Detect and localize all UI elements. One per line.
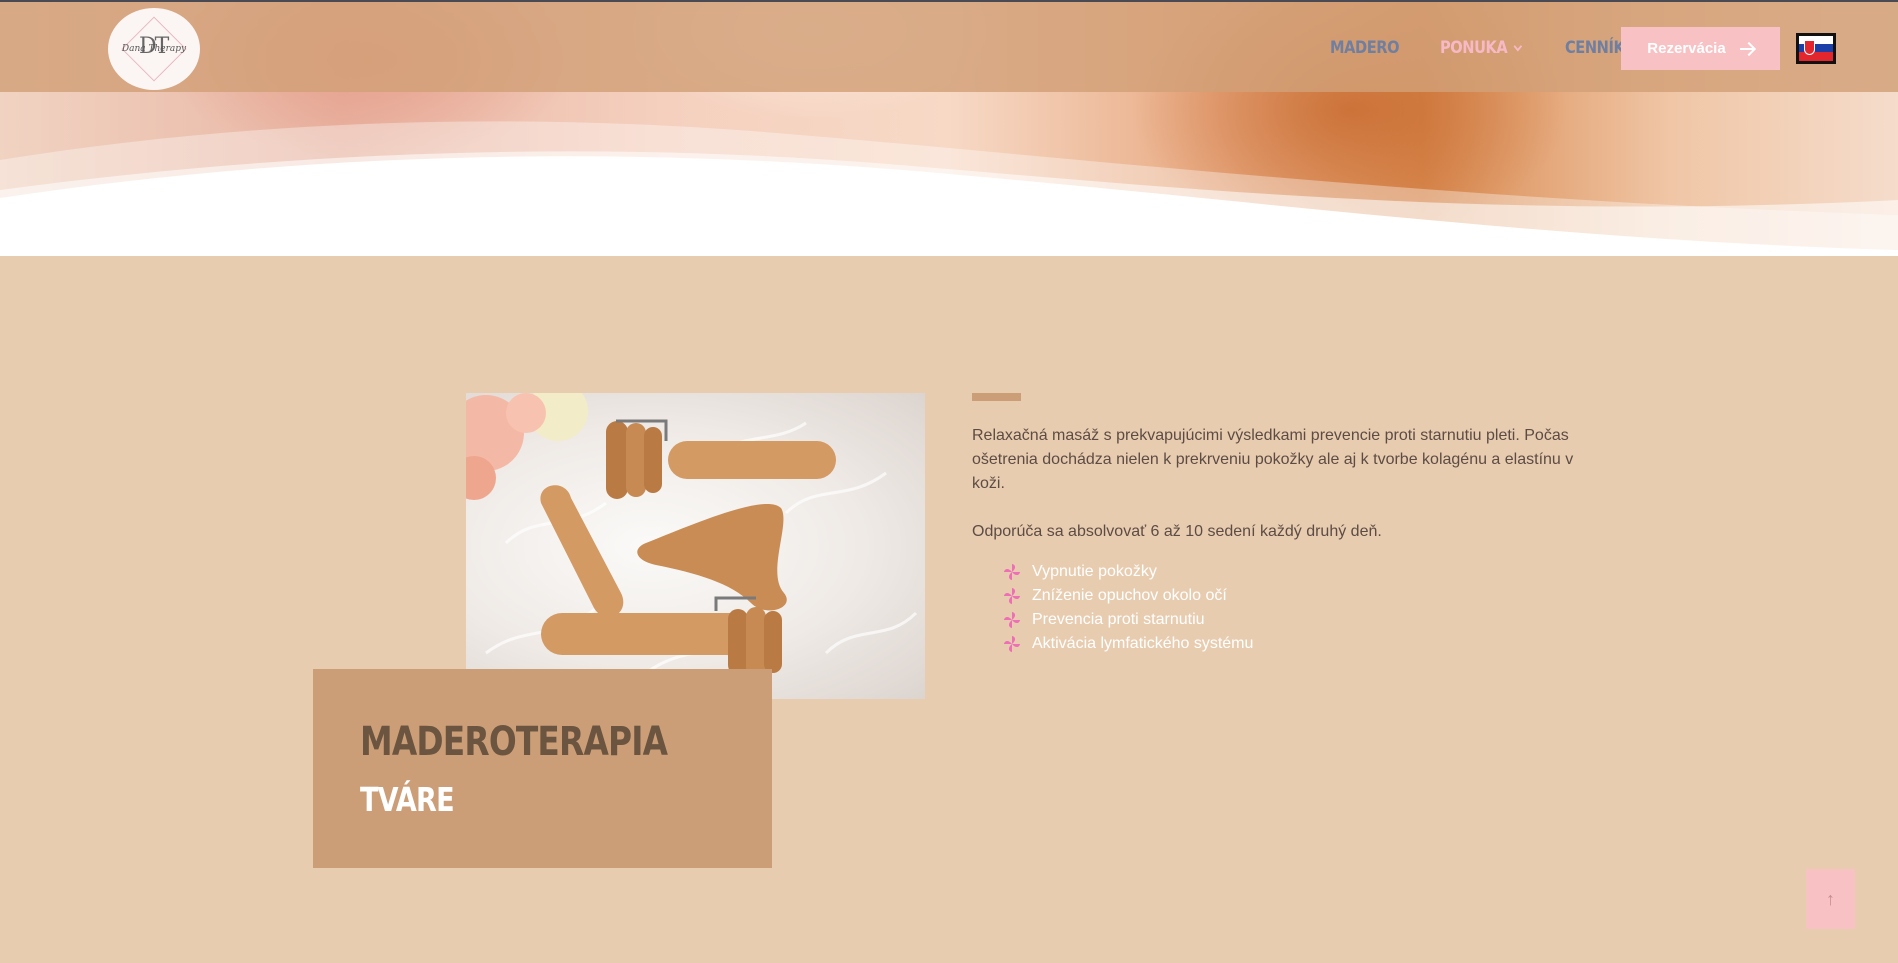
list-item: Aktivácia lymfatického systému bbox=[1003, 632, 1253, 656]
benefits-list: Vypnutie pokožky Zníženie opuchov okolo … bbox=[1003, 560, 1253, 656]
nav-item-madero[interactable]: MADERO bbox=[1330, 38, 1400, 58]
main-nav: MADERO PONUKA CENNÍK bbox=[1330, 2, 1664, 94]
nav-item-ponuka[interactable]: PONUKA bbox=[1440, 38, 1523, 58]
chevron-down-icon bbox=[1514, 41, 1523, 51]
site-header: DT Dana Therapy MADERO PONUKA CENNÍK Rez… bbox=[0, 0, 1898, 92]
pinwheel-icon bbox=[1003, 635, 1021, 653]
page-title: MADEROTERAPIA bbox=[360, 719, 668, 765]
pinwheel-icon bbox=[1003, 611, 1021, 629]
arrow-up-icon: ↑ bbox=[1826, 888, 1835, 909]
scroll-to-top-button[interactable]: ↑ bbox=[1806, 869, 1855, 929]
nav-item-ponuka-label: PONUKA bbox=[1440, 38, 1508, 58]
pinwheel-icon bbox=[1003, 587, 1021, 605]
title-card: MADEROTERAPIA TVÁRE bbox=[313, 669, 772, 868]
benefit-label: Vypnutie pokožky bbox=[1032, 563, 1157, 580]
list-item: Prevencia proti starnutiu bbox=[1003, 608, 1253, 632]
pinwheel-icon bbox=[1003, 563, 1021, 581]
benefit-label: Zníženie opuchov okolo očí bbox=[1032, 587, 1227, 604]
description-text: Relaxačná masáž s prekvapujúcimi výsledk… bbox=[972, 427, 1574, 492]
benefit-label: Aktivácia lymfatického systému bbox=[1032, 635, 1254, 652]
reservation-button[interactable]: Rezervácia bbox=[1621, 27, 1780, 70]
reservation-button-label: Rezervácia bbox=[1647, 40, 1726, 57]
recommendation-text: Odporúča sa absolvovať 6 až 10 sedení ka… bbox=[972, 523, 1382, 540]
slovakia-flag-icon[interactable] bbox=[1796, 33, 1836, 64]
site-logo[interactable]: DT Dana Therapy bbox=[108, 8, 200, 90]
page-subtitle: TVÁRE bbox=[360, 780, 455, 819]
accent-divider bbox=[972, 393, 1021, 401]
arrow-right-icon bbox=[1739, 43, 1754, 55]
nav-item-cennik[interactable]: CENNÍK bbox=[1565, 38, 1625, 58]
benefit-label: Prevencia proti starnutiu bbox=[1032, 611, 1205, 628]
list-item: Vypnutie pokožky bbox=[1003, 560, 1253, 584]
wooden-massage-tools-photo bbox=[466, 393, 925, 699]
list-item: Zníženie opuchov okolo očí bbox=[1003, 584, 1253, 608]
logo-text: Dana Therapy bbox=[121, 44, 187, 54]
